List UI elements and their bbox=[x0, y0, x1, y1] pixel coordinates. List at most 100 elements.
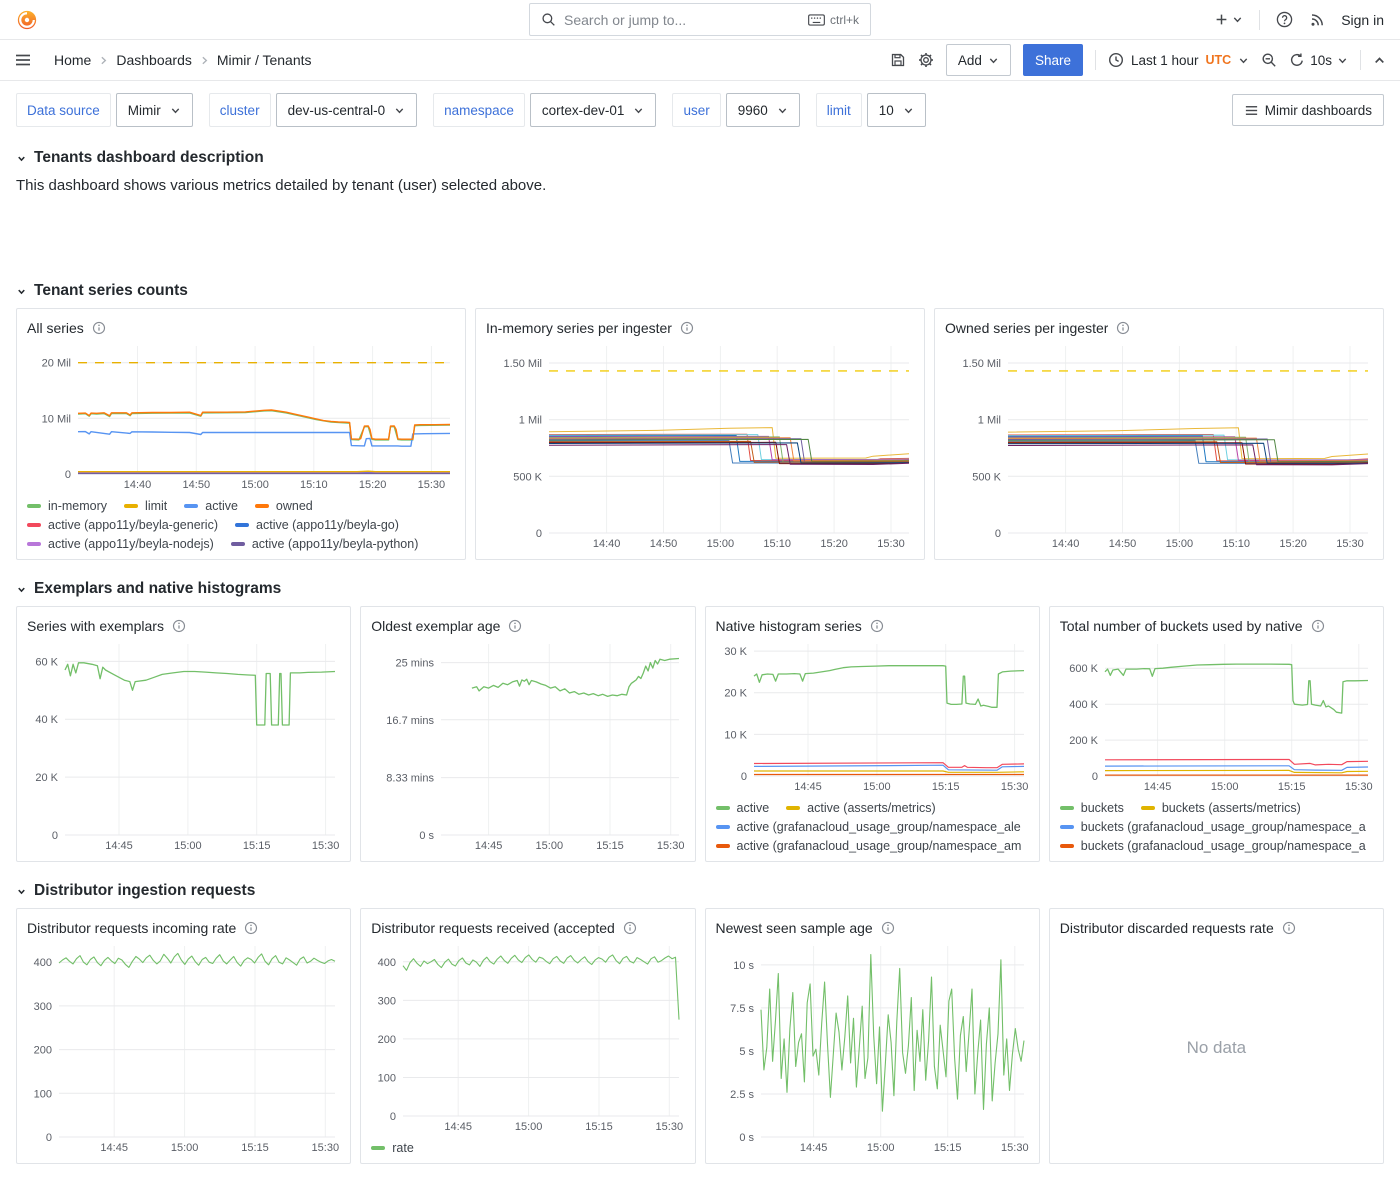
menu-toggle-icon[interactable] bbox=[14, 51, 32, 69]
namespace-select[interactable]: cortex-dev-01 bbox=[530, 93, 657, 127]
share-button[interactable]: Share bbox=[1023, 44, 1083, 76]
mimir-dashboards-button[interactable]: Mimir dashboards bbox=[1232, 94, 1384, 126]
time-series-chart[interactable]: 14:4515:0015:1515:30010 K20 K30 K bbox=[716, 638, 1029, 794]
panel-total-buckets: Total number of buckets used by native 1… bbox=[1049, 606, 1384, 862]
time-series-chart[interactable]: 14:4515:0015:1515:300 s2.5 s5 s7.5 s10 s bbox=[716, 940, 1029, 1155]
info-icon[interactable] bbox=[1116, 321, 1130, 335]
section-exemplars[interactable]: Exemplars and native histograms bbox=[16, 580, 1384, 598]
sign-in-button[interactable]: Sign in bbox=[1341, 12, 1384, 28]
legend-item[interactable]: owned bbox=[255, 499, 313, 513]
panel-header[interactable]: All series bbox=[27, 316, 455, 340]
add-menu-button[interactable] bbox=[1214, 12, 1243, 27]
time-series-chart[interactable]: 14:4515:0015:1515:300100200300400 bbox=[27, 940, 340, 1155]
time-series-chart[interactable]: 14:4515:0015:1515:300200 K400 K600 K bbox=[1060, 638, 1373, 794]
legend-item[interactable]: buckets (grafanacloud_usage_group/namesp… bbox=[1060, 839, 1366, 853]
panel-header[interactable]: Distributor discarded requests rate bbox=[1060, 916, 1373, 940]
panel-title: Owned series per ingester bbox=[945, 320, 1108, 336]
variable-namespace: namespace cortex-dev-01 bbox=[433, 93, 656, 127]
legend-item[interactable]: active bbox=[716, 801, 770, 815]
time-range-picker[interactable]: Last 1 hour UTC bbox=[1108, 52, 1249, 68]
legend-item[interactable]: buckets (grafanacloud_usage_group/namesp… bbox=[1060, 820, 1366, 834]
svg-text:15:10: 15:10 bbox=[1222, 538, 1250, 550]
svg-text:7.5 s: 7.5 s bbox=[730, 1003, 754, 1015]
svg-text:14:40: 14:40 bbox=[124, 479, 152, 491]
legend-item[interactable]: limit bbox=[124, 499, 167, 513]
time-series-chart[interactable]: 14:4014:5015:0015:1015:2015:300500 K1 Mi… bbox=[486, 340, 914, 551]
svg-text:0 s: 0 s bbox=[739, 1132, 754, 1144]
panel-header[interactable]: Series with exemplars bbox=[27, 614, 340, 638]
time-series-chart[interactable]: 14:4515:0015:1515:300 s8.33 mins16.7 min… bbox=[371, 638, 684, 853]
refresh-picker[interactable]: 10s bbox=[1289, 52, 1348, 68]
legend-item[interactable]: rate bbox=[371, 1141, 414, 1155]
info-icon[interactable] bbox=[623, 921, 637, 935]
info-icon[interactable] bbox=[881, 921, 895, 935]
zoom-out-icon[interactable] bbox=[1261, 52, 1277, 68]
no-data-message: No data bbox=[1060, 940, 1373, 1155]
info-icon[interactable] bbox=[1282, 921, 1296, 935]
section-distributor[interactable]: Distributor ingestion requests bbox=[16, 882, 1384, 900]
chevron-down-icon bbox=[16, 153, 27, 164]
grafana-logo[interactable] bbox=[16, 9, 38, 31]
time-series-chart[interactable]: 14:4014:5015:0015:1015:2015:300500 K1 Mi… bbox=[945, 340, 1373, 551]
legend-item[interactable]: active (appo11y/beyla-generic) bbox=[27, 518, 218, 532]
legend-item[interactable]: in-memory bbox=[27, 499, 107, 513]
svg-text:15:30: 15:30 bbox=[312, 840, 340, 852]
legend-item[interactable]: active (appo11y/beyla-python) bbox=[231, 537, 419, 551]
svg-text:5 s: 5 s bbox=[739, 1046, 754, 1058]
panel-header[interactable]: Owned series per ingester bbox=[945, 316, 1373, 340]
datasource-select[interactable]: Mimir bbox=[116, 93, 193, 127]
cluster-select[interactable]: dev-us-central-0 bbox=[276, 93, 418, 127]
legend-item[interactable]: active (appo11y/beyla-nodejs) bbox=[27, 537, 214, 551]
panel-title: All series bbox=[27, 320, 84, 336]
timezone-label: UTC bbox=[1206, 53, 1232, 67]
help-icon[interactable] bbox=[1276, 11, 1293, 28]
panel-title: Series with exemplars bbox=[27, 618, 164, 634]
collapse-chevron-up-icon[interactable] bbox=[1373, 54, 1386, 67]
breadcrumb: Home Dashboards Mimir / Tenants bbox=[54, 52, 312, 68]
breadcrumb-home[interactable]: Home bbox=[54, 52, 91, 68]
limit-select[interactable]: 10 bbox=[867, 93, 926, 127]
info-icon[interactable] bbox=[508, 619, 522, 633]
svg-text:14:45: 14:45 bbox=[1144, 781, 1172, 793]
panel-owned-series-per-ingester: Owned series per ingester 14:4014:5015:0… bbox=[934, 308, 1384, 560]
chevron-down-icon bbox=[777, 105, 788, 116]
svg-text:15:00: 15:00 bbox=[536, 840, 564, 852]
panel-header[interactable]: Oldest exemplar age bbox=[371, 614, 684, 638]
legend-item[interactable]: active (appo11y/beyla-go) bbox=[235, 518, 399, 532]
info-icon[interactable] bbox=[870, 619, 884, 633]
row-tenant-series-counts: All series 14:4014:5015:0015:1015:2015:3… bbox=[16, 308, 1384, 560]
settings-gear-icon[interactable] bbox=[918, 52, 934, 68]
legend-item[interactable]: active (asserts/metrics) bbox=[786, 801, 936, 815]
user-select[interactable]: 9960 bbox=[726, 93, 800, 127]
panel-header[interactable]: In-memory series per ingester bbox=[486, 316, 914, 340]
legend-item[interactable]: buckets (asserts/metrics) bbox=[1141, 801, 1301, 815]
section-tenant-series-counts[interactable]: Tenant series counts bbox=[16, 282, 1384, 300]
info-icon[interactable] bbox=[172, 619, 186, 633]
info-icon[interactable] bbox=[244, 921, 258, 935]
panel-header[interactable]: Newest seen sample age bbox=[716, 916, 1029, 940]
legend-item[interactable]: active bbox=[184, 499, 238, 513]
selected-value: Mimir bbox=[128, 103, 161, 118]
time-series-chart[interactable]: 14:4515:0015:1515:30020 K40 K60 K bbox=[27, 638, 340, 853]
panel-header[interactable]: Native histogram series bbox=[716, 614, 1029, 638]
svg-text:10 K: 10 K bbox=[724, 729, 747, 741]
panel-header[interactable]: Distributor requests incoming rate bbox=[27, 916, 340, 940]
save-dashboard-icon[interactable] bbox=[890, 52, 906, 68]
breadcrumb-dashboards[interactable]: Dashboards bbox=[116, 52, 192, 68]
panel-header[interactable]: Distributor requests received (accepted bbox=[371, 916, 684, 940]
panel-header[interactable]: Total number of buckets used by native bbox=[1060, 614, 1373, 638]
legend-item[interactable]: active (grafanacloud_usage_group/namespa… bbox=[716, 839, 1022, 853]
section-description[interactable]: Tenants dashboard description bbox=[16, 149, 1384, 167]
svg-text:15:00: 15:00 bbox=[863, 781, 891, 793]
info-icon[interactable] bbox=[680, 321, 694, 335]
svg-text:15:00: 15:00 bbox=[171, 1142, 199, 1154]
time-series-chart[interactable]: 14:4014:5015:0015:1015:2015:30010 Mil20 … bbox=[27, 340, 455, 492]
add-panel-button[interactable]: Add bbox=[946, 44, 1011, 76]
legend-item[interactable]: active (grafanacloud_usage_group/namespa… bbox=[716, 820, 1021, 834]
time-series-chart[interactable]: 14:4515:0015:1515:300100200300400 bbox=[371, 940, 684, 1134]
info-icon[interactable] bbox=[1311, 619, 1325, 633]
news-rss-icon[interactable] bbox=[1309, 12, 1325, 28]
info-icon[interactable] bbox=[92, 321, 106, 335]
search-input[interactable]: Search or jump to... ctrl+k bbox=[529, 3, 871, 36]
legend-item[interactable]: buckets bbox=[1060, 801, 1124, 815]
